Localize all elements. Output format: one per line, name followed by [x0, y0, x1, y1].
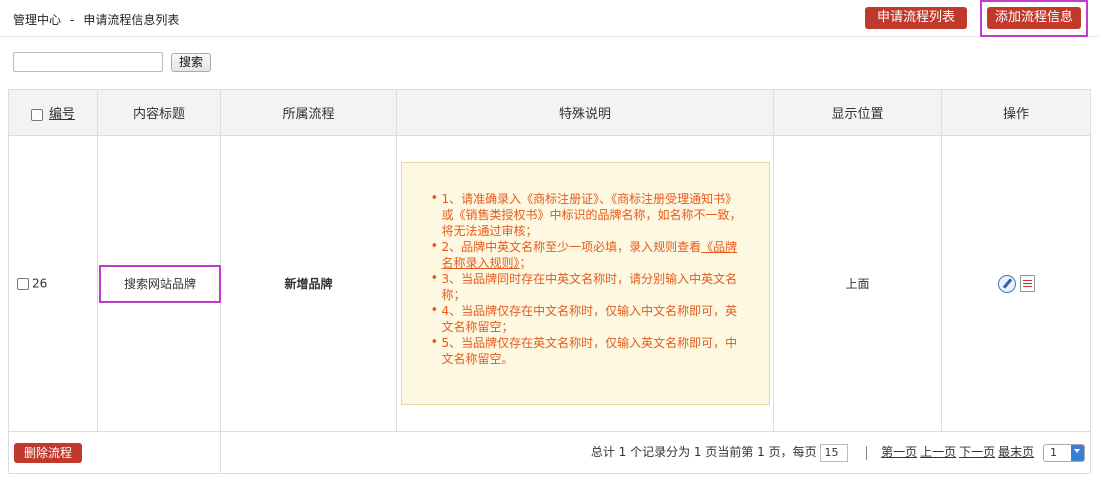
footer-actions-cell: 删除流程 — [8, 431, 221, 474]
row-checkbox[interactable] — [17, 277, 29, 290]
table-footer-row: 删除流程 总计 1 个记录分为 1 页当前第 1 页，每页 15 第一页 上一页下… — [8, 431, 1091, 474]
notice-list: 1、请准确录入《商标注册证》、《商标注册受理通知书》或《销售类授权书》中标识的品… — [431, 191, 749, 367]
notice-item: 5、当品牌仅存在英文名称时，仅输入英文名称即可，中文名称留空。 — [431, 335, 749, 367]
search-button[interactable]: 搜索 — [171, 53, 211, 72]
notice-item: 3、当品牌同时存在中英文名称时，请分别输入中英文名称； — [431, 271, 749, 303]
document-icon[interactable] — [1019, 275, 1035, 292]
header-position: 显示位置 — [773, 89, 942, 136]
sort-by-id-link[interactable]: 编号 — [49, 107, 75, 122]
page-select-value: 1 — [1050, 445, 1057, 459]
notice-item: 4、当品牌仅存在中文名称时，仅输入中文名称即可，英文名称留空； — [431, 303, 749, 335]
row-flow-cell: 新增品牌 — [220, 135, 397, 432]
header-title: 内容标题 — [97, 89, 221, 136]
header-ops: 操作 — [941, 89, 1091, 136]
next-page-link[interactable]: 下一页 — [959, 445, 995, 459]
pager-divider — [866, 445, 868, 460]
first-page-link[interactable]: 第一页 — [881, 445, 917, 459]
notice-item-text: 2、品牌中英文名称至少一项必填，录入规则查看 — [441, 240, 702, 254]
process-table: 编号 内容标题 所属流程 特殊说明 显示位置 操作 26 搜索网站品牌 新增品牌… — [8, 89, 1091, 474]
prev-page-link[interactable]: 上一页 — [920, 445, 956, 459]
last-page-link[interactable]: 最末页 — [998, 445, 1034, 459]
row-position-cell: 上面 — [773, 135, 942, 432]
row-note-cell: 1、请准确录入《商标注册证》、《商标注册受理通知书》或《销售类授权书》中标识的品… — [396, 135, 774, 432]
row-title[interactable]: 搜索网站品牌 — [99, 264, 221, 303]
row-id: 26 — [32, 276, 48, 291]
breadcrumb-home[interactable]: 管理中心 — [13, 13, 61, 27]
breadcrumb: 管理中心 - 申请流程信息列表 — [13, 11, 179, 28]
notice-item: 1、请准确录入《商标注册证》、《商标注册受理通知书》或《销售类授权书》中标识的品… — [431, 191, 749, 239]
notice-item: 2、品牌中英文名称至少一项必填，录入规则查看《品牌名称录入规则》； — [431, 239, 749, 271]
row-position: 上面 — [845, 277, 870, 291]
process-list-button[interactable]: 申请流程列表 — [865, 7, 967, 29]
per-page-input[interactable]: 15 — [820, 443, 849, 462]
page-select[interactable]: 1 — [1043, 443, 1085, 462]
breadcrumb-separator: - — [70, 13, 75, 27]
notice-item-tail: ； — [519, 256, 532, 270]
top-bar: 管理中心 - 申请流程信息列表 申请流程列表 添加流程信息 — [0, 0, 1099, 37]
add-process-button[interactable]: 添加流程信息 — [987, 7, 1081, 29]
search-input[interactable] — [13, 52, 163, 72]
table-header-row: 编号 内容标题 所属流程 特殊说明 显示位置 操作 — [8, 89, 1091, 136]
special-notice: 1、请准确录入《商标注册证》、《商标注册受理通知书》或《销售类授权书》中标识的品… — [400, 162, 770, 405]
edit-icon[interactable] — [997, 274, 1016, 293]
page-title: 申请流程信息列表 — [83, 13, 180, 27]
header-note: 特殊说明 — [396, 89, 774, 136]
delete-process-button[interactable]: 删除流程 — [14, 442, 83, 463]
row-title-cell: 搜索网站品牌 — [97, 135, 221, 432]
header-id: 编号 — [8, 89, 98, 136]
page-summary: 总计 1 个记录分为 1 页当前第 1 页，每页 — [590, 445, 817, 460]
row-id-cell: 26 — [8, 135, 98, 432]
row-flow: 新增品牌 — [284, 277, 333, 291]
table-row: 26 搜索网站品牌 新增品牌 1、请准确录入《商标注册证》、《商标注册受理通知书… — [8, 135, 1091, 432]
header-flow: 所属流程 — [220, 89, 397, 136]
select-all-checkbox[interactable] — [30, 108, 43, 121]
row-ops-cell — [941, 135, 1091, 432]
chevron-down-icon — [1071, 444, 1084, 461]
pagination: 总计 1 个记录分为 1 页当前第 1 页，每页 15 第一页 上一页 下一页 最末页… — [220, 431, 1091, 474]
